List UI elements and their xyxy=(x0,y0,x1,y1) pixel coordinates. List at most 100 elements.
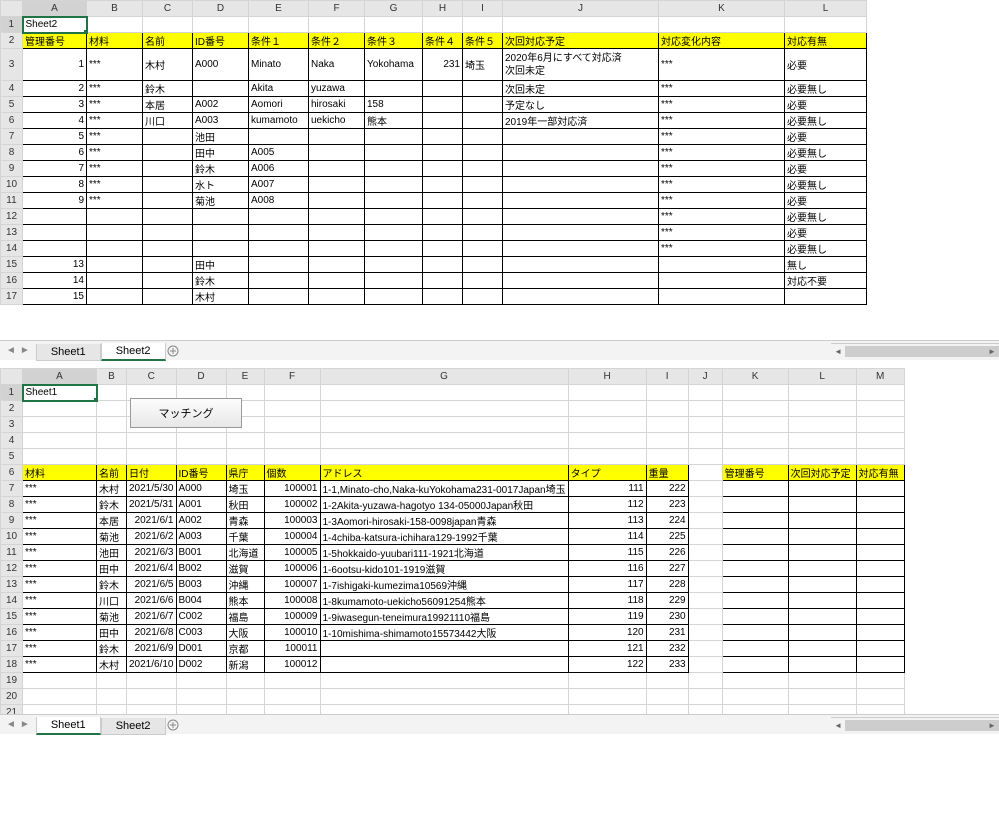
cell[interactable] xyxy=(503,145,659,161)
cell[interactable] xyxy=(143,145,193,161)
cell[interactable] xyxy=(365,289,423,305)
select-all-cell[interactable] xyxy=(1,1,23,17)
cell[interactable]: 113 xyxy=(568,513,646,529)
cell[interactable]: 田中 xyxy=(97,625,127,641)
cell[interactable]: B001 xyxy=(176,545,226,561)
header-cell[interactable]: 条件２ xyxy=(309,33,365,49)
row-header-10[interactable]: 10 xyxy=(1,177,23,193)
cell[interactable] xyxy=(365,161,423,177)
cell[interactable]: 必要無し xyxy=(785,145,867,161)
cell[interactable]: 必要 xyxy=(785,225,867,241)
cell[interactable] xyxy=(688,577,722,593)
cell[interactable] xyxy=(788,545,856,561)
cell[interactable] xyxy=(688,625,722,641)
cell[interactable]: 100003 xyxy=(264,513,320,529)
header-cell[interactable]: 名前 xyxy=(143,33,193,49)
cell[interactable]: 100010 xyxy=(264,625,320,641)
cell[interactable]: 次回未定 xyxy=(503,81,659,97)
cell[interactable] xyxy=(249,257,309,273)
col-header-D[interactable]: D xyxy=(193,1,249,17)
cell[interactable] xyxy=(127,433,177,449)
cell[interactable] xyxy=(788,449,856,465)
cell[interactable] xyxy=(688,609,722,625)
row-header-19[interactable]: 19 xyxy=(1,673,23,689)
cell[interactable] xyxy=(264,417,320,433)
row-header-21[interactable]: 21 xyxy=(1,705,23,715)
cell[interactable] xyxy=(309,17,365,33)
cell[interactable] xyxy=(659,289,785,305)
cell[interactable]: A002 xyxy=(193,97,249,113)
col-header-H[interactable]: H xyxy=(423,1,463,17)
header-cell[interactable]: 条件５ xyxy=(463,33,503,49)
cell[interactable]: 田中 xyxy=(193,257,249,273)
cell[interactable] xyxy=(688,657,722,673)
cell[interactable] xyxy=(463,193,503,209)
cell[interactable]: A008 xyxy=(249,193,309,209)
cell[interactable]: A000 xyxy=(193,49,249,81)
cell[interactable] xyxy=(365,145,423,161)
cell[interactable] xyxy=(87,241,143,257)
header-cell[interactable]: 対応変化内容 xyxy=(659,33,785,49)
cell[interactable]: 必要無し xyxy=(785,209,867,225)
cell[interactable] xyxy=(226,449,264,465)
cell[interactable] xyxy=(176,689,226,705)
cell[interactable] xyxy=(97,417,127,433)
cell[interactable] xyxy=(87,289,143,305)
cell[interactable] xyxy=(688,497,722,513)
cell[interactable]: 木村 xyxy=(143,49,193,81)
cell[interactable]: 青森 xyxy=(226,513,264,529)
cell[interactable] xyxy=(23,705,97,715)
cell[interactable]: 120 xyxy=(568,625,646,641)
cell[interactable]: 100001 xyxy=(264,481,320,497)
cell[interactable] xyxy=(722,385,788,401)
cell[interactable]: 2021/6/3 xyxy=(127,545,177,561)
cell[interactable]: 222 xyxy=(646,481,688,497)
cell[interactable] xyxy=(722,705,788,715)
cell[interactable]: *** xyxy=(23,529,97,545)
cell[interactable]: hirosaki xyxy=(309,97,365,113)
col-header-L[interactable]: L xyxy=(785,1,867,17)
header-cell[interactable]: 材料 xyxy=(87,33,143,49)
cell[interactable] xyxy=(143,257,193,273)
cell[interactable]: 必要無し xyxy=(785,241,867,257)
cell[interactable] xyxy=(23,225,87,241)
col-header-A[interactable]: A xyxy=(23,369,97,385)
cell[interactable]: 9 xyxy=(23,193,87,209)
header-cell[interactable]: 県庁 xyxy=(226,465,264,481)
col-header-I[interactable]: I xyxy=(463,1,503,17)
cell[interactable] xyxy=(309,289,365,305)
cell[interactable] xyxy=(365,241,423,257)
cell[interactable]: 田中 xyxy=(193,145,249,161)
cell[interactable] xyxy=(423,273,463,289)
row-header-17[interactable]: 17 xyxy=(1,641,23,657)
cell[interactable] xyxy=(503,129,659,145)
cell[interactable]: 233 xyxy=(646,657,688,673)
header-cell[interactable]: 名前 xyxy=(97,465,127,481)
cell[interactable]: 223 xyxy=(646,497,688,513)
col-header-A[interactable]: A xyxy=(23,1,87,17)
row-header-11[interactable]: 11 xyxy=(1,545,23,561)
header-cell[interactable]: 材料 xyxy=(23,465,97,481)
cell[interactable]: 2021/6/6 xyxy=(127,593,177,609)
cell[interactable] xyxy=(788,625,856,641)
row-header-9[interactable]: 9 xyxy=(1,513,23,529)
row-header-2[interactable]: 2 xyxy=(1,33,23,49)
cell[interactable]: 118 xyxy=(568,593,646,609)
cell[interactable]: *** xyxy=(87,193,143,209)
cell[interactable] xyxy=(143,177,193,193)
cell[interactable]: 111 xyxy=(568,481,646,497)
cell[interactable] xyxy=(788,529,856,545)
cell[interactable] xyxy=(87,257,143,273)
cell[interactable] xyxy=(788,417,856,433)
cell[interactable]: 1-8kumamoto-uekicho56091254熊本 xyxy=(320,593,568,609)
cell[interactable] xyxy=(688,529,722,545)
cell[interactable] xyxy=(788,513,856,529)
cell[interactable]: 沖縄 xyxy=(226,577,264,593)
cell[interactable] xyxy=(309,161,365,177)
cell[interactable] xyxy=(249,129,309,145)
col-header-K[interactable]: K xyxy=(659,1,785,17)
cell[interactable]: *** xyxy=(659,129,785,145)
cell[interactable]: *** xyxy=(23,593,97,609)
cell[interactable]: 鈴木 xyxy=(97,497,127,513)
cell[interactable]: 大阪 xyxy=(226,625,264,641)
